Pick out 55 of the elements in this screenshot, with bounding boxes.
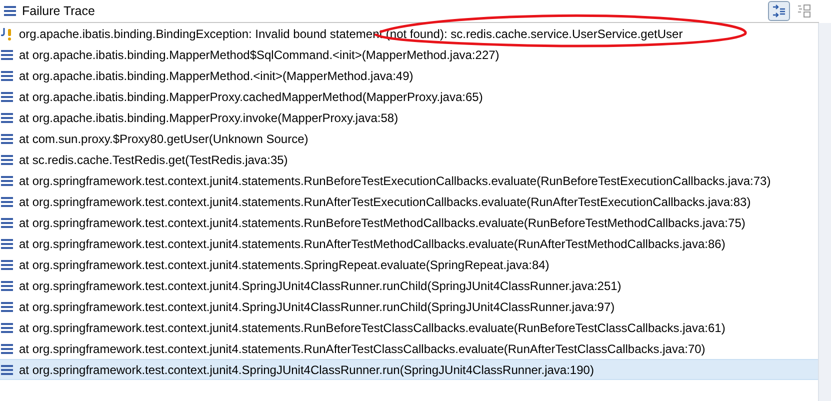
trace-row[interactable]: at org.apache.ibatis.binding.MapperMethod.<init>(MapperMethod.java:49) (0, 65, 818, 86)
trace-row[interactable]: at org.springframework.test.context.junit4.statements.RunBeforeTestExecutionCallbacks.evaluate(RunBeforeTestExecutionCallbacks.java:73) (0, 170, 818, 191)
trace-text: at org.springframework.test.context.junit4.statements.RunBeforeTestExecutionCallbacks.evaluate(RunBeforeTestExecutionCallbacks.java:73) (19, 174, 771, 188)
trace-text: at org.springframework.test.context.junit4.statements.RunBeforeTestClassCallbacks.evaluate(RunBeforeTestClassCallbacks.java:61) (19, 320, 726, 334)
trace-text: at org.springframework.test.context.junit4.statements.SpringRepeat.evaluate(SpringRepeat.java:84) (19, 258, 550, 272)
stack-frame-icon (1, 260, 13, 270)
trace-text: at org.apache.ibatis.binding.MapperMethod.<init>(MapperMethod.java:49) (19, 68, 414, 82)
trace-row[interactable]: at org.springframework.test.context.junit4.statements.RunBeforeTestMethodCallbacks.evaluate(RunBeforeTestMethodCallbacks.java:75) (0, 212, 818, 233)
trace-row[interactable]: at org.apache.ibatis.binding.MapperProxy.invoke(MapperProxy.java:58) (0, 107, 818, 128)
trace-text: at org.springframework.test.context.junit4.statements.RunAfterTestClassCallbacks.evaluate(RunAfterTestClassCallbacks.java:70) (19, 342, 706, 356)
panel-title: Failure Trace (22, 4, 95, 18)
trace-row[interactable]: at org.apache.ibatis.binding.MapperProxy.cachedMapperMethod(MapperProxy.java:65) (0, 86, 818, 107)
trace-text: at org.springframework.test.context.junit4.statements.RunBeforeTestMethodCallbacks.evaluate(RunBeforeTestMethodCallbacks.java:75) (19, 216, 746, 230)
trace-text: at com.sun.proxy.$Proxy80.getUser(Unknown Source) (19, 132, 308, 146)
trace-text: at org.springframework.test.context.junit4.SpringJUnit4ClassRunner.run(SpringJUnit4ClassRunner.java:190) (19, 362, 594, 376)
trace-text: at org.apache.ibatis.binding.MapperProxy.invoke(MapperProxy.java:58) (19, 110, 398, 124)
stack-frame-icon (1, 112, 13, 122)
stack-frame-icon (1, 154, 13, 164)
trace-row[interactable]: at org.springframework.test.context.junit4.statements.RunAfterTestExecutionCallbacks.evaluate(RunAfterTestExecutionCallbacks.java:83) (0, 191, 818, 212)
filter-icon (772, 4, 786, 18)
scrollbar[interactable] (818, 23, 831, 401)
trace-text: at org.springframework.test.context.junit4.statements.RunAfterTestExecutionCallbacks.evaluate(RunAfterTestExecutionCallbacks.java:83) (19, 194, 751, 208)
stack-frame-icon (1, 344, 13, 354)
trace-text: at org.springframework.test.context.junit4.SpringJUnit4ClassRunner.runChild(SpringJUnit4ClassRunner.java:97) (19, 300, 615, 314)
trace-row[interactable]: at org.apache.ibatis.binding.MapperMethod$SqlCommand.<init>(MapperMethod.java:227) (0, 44, 818, 65)
trace-text: at org.apache.ibatis.binding.MapperProxy.cachedMapperMethod(MapperProxy.java:65) (19, 90, 483, 104)
stack-frame-icon (1, 196, 13, 206)
trace-row[interactable]: at org.springframework.test.context.junit4.statements.RunAfterTestClassCallbacks.evaluate(RunAfterTestClassCallbacks.java:70) (0, 338, 818, 359)
stack-frame-icon (1, 238, 13, 248)
stack-frame-icon (1, 218, 13, 228)
compare-icon (797, 4, 811, 18)
trace-row[interactable]: at org.springframework.test.context.junit4.SpringJUnit4ClassRunner.runChild(SpringJUnit4ClassRunner.java:251) (0, 275, 818, 296)
trace-icon (4, 6, 16, 16)
trace-row[interactable]: at org.springframework.test.context.junit4.statements.RunBeforeTestClassCallbacks.evaluate(RunBeforeTestClassCallbacks.java:61) (0, 317, 818, 338)
stack-frame-icon (1, 302, 13, 312)
stack-frame-icon (1, 70, 13, 80)
trace-row[interactable]: at org.springframework.test.context.junit4.SpringJUnit4ClassRunner.run(SpringJUnit4ClassRunner.java:190) (0, 359, 818, 380)
trace-text: at org.springframework.test.context.junit4.statements.RunAfterTestMethodCallbacks.evaluate(RunAfterTestMethodCallbacks.java:86) (19, 236, 726, 250)
trace-text: at org.apache.ibatis.binding.MapperMethod$SqlCommand.<init>(MapperMethod.java:227) (19, 48, 500, 62)
trace-row[interactable]: at sc.redis.cache.TestRedis.get(TestRedis.java:35) (0, 149, 818, 170)
trace-row[interactable]: at org.springframework.test.context.junit4.statements.RunAfterTestMethodCallbacks.evaluate(RunAfterTestMethodCallbacks.java:86) (0, 233, 818, 254)
stack-frame-icon (1, 364, 13, 374)
stack-frame-icon (1, 50, 13, 60)
trace-text: at sc.redis.cache.TestRedis.get(TestRedis.java:35) (19, 152, 288, 166)
trace-text: at org.springframework.test.context.junit4.SpringJUnit4ClassRunner.runChild(SpringJUnit4ClassRunner.java:251) (19, 278, 622, 292)
stack-frame-icon (1, 92, 13, 102)
trace-row[interactable]: at com.sun.proxy.$Proxy80.getUser(Unknown Source) (0, 128, 818, 149)
stack-frame-icon (1, 176, 13, 186)
stack-frame-icon (1, 322, 13, 332)
trace-row[interactable]: at org.springframework.test.context.junit4.statements.SpringRepeat.evaluate(SpringRepeat.java:84) (0, 254, 818, 275)
exception-icon (1, 26, 13, 40)
stack-frame-icon (1, 134, 13, 144)
trace-row[interactable]: at org.springframework.test.context.junit4.SpringJUnit4ClassRunner.runChild(SpringJUnit4ClassRunner.java:97) (0, 296, 818, 317)
stack-frame-icon (1, 280, 13, 290)
filter-button[interactable] (768, 1, 790, 21)
